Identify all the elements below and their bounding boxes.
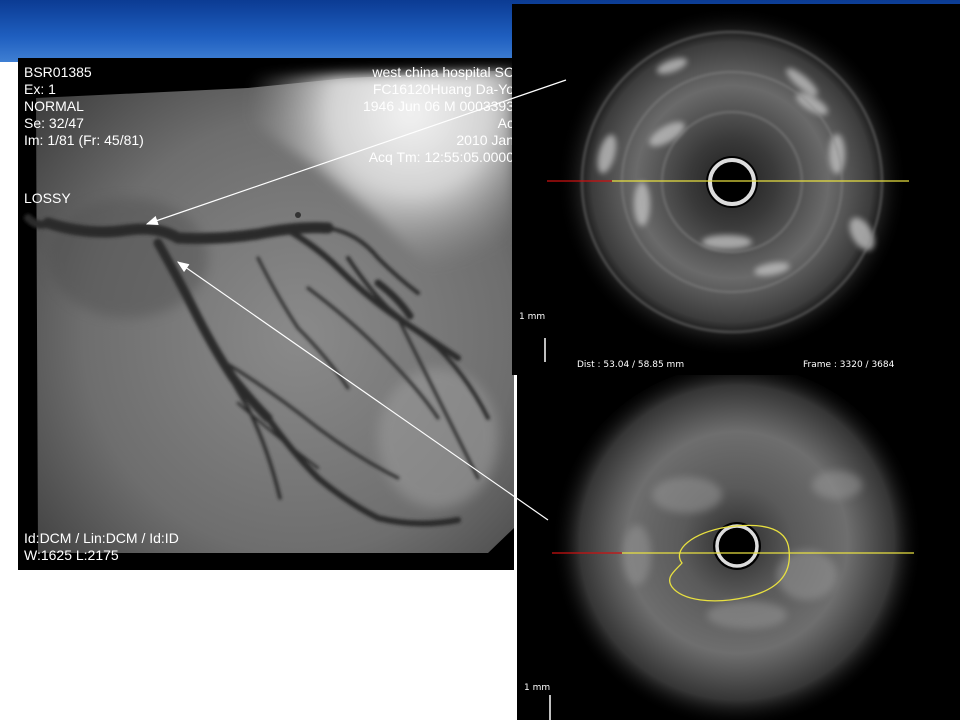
patient-name: FC16120Huang Da-Yo bbox=[372, 81, 514, 97]
ivus-panel-bottom: 1 mm bbox=[517, 375, 960, 720]
lut-info: Id:DCM / Lin:DCM / Id:ID bbox=[24, 530, 179, 546]
hospital-name: west china hospital SC bbox=[372, 64, 514, 80]
ivus-image-bottom bbox=[517, 375, 960, 720]
study-info-right: west china hospital SC FC16120Huang Da-Y… bbox=[254, 64, 514, 166]
distance-readout: Dist : 53.04 / 58.85 mm bbox=[577, 360, 685, 370]
patient-id: BSR01385 bbox=[24, 64, 92, 80]
acq-time: Acq Tm: 12:55:05.0000 bbox=[368, 149, 514, 165]
image-index: Im: 1/81 (Fr: 45/81) bbox=[24, 132, 144, 148]
window-level: W:1625 L:2175 bbox=[24, 547, 119, 563]
series-index: Se: 32/47 bbox=[24, 115, 84, 131]
scale-label: 1 mm bbox=[524, 683, 551, 693]
ivus-image-top bbox=[512, 4, 960, 375]
patient-info-left: BSR01385 Ex: 1 NORMAL Se: 32/47 Im: 1/81… bbox=[24, 64, 144, 149]
acq-label: Ac bbox=[497, 115, 514, 131]
acq-date: 2010 Jan bbox=[456, 132, 514, 148]
ivus-panel-top: 1 mm Dist : 53.04 / 58.85 mm Frame : 332… bbox=[512, 4, 960, 375]
exam-status: NORMAL bbox=[24, 98, 84, 114]
patient-dob-sex: 1946 Jun 06 M 0003393 bbox=[362, 98, 514, 114]
exam-number: Ex: 1 bbox=[24, 81, 56, 97]
lossy-label: LOSSY bbox=[24, 190, 71, 206]
angiogram-panel: BSR01385 Ex: 1 NORMAL Se: 32/47 Im: 1/81… bbox=[18, 58, 514, 570]
window-level-info: Id:DCM / Lin:DCM / Id:ID W:1625 L:2175 bbox=[24, 530, 179, 564]
scale-label: 1 mm bbox=[519, 312, 546, 322]
frame-readout: Frame : 3320 / 3684 bbox=[803, 360, 895, 370]
